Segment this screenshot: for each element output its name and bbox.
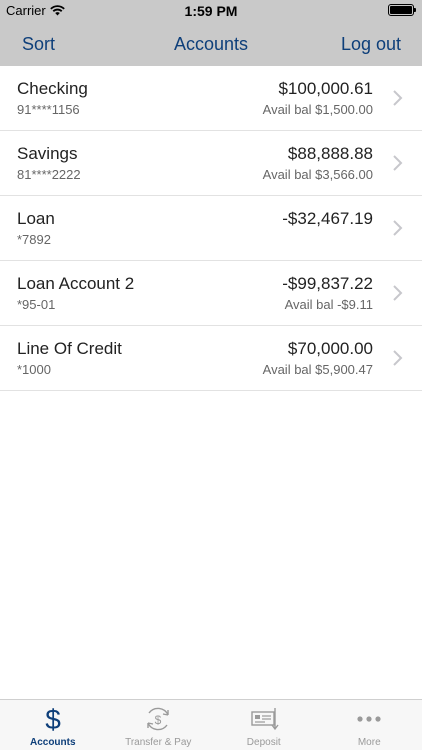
account-row-loan-account-2[interactable]: Loan Account 2 *95-01 -$99,837.22 Avail … <box>0 261 422 326</box>
tab-bar: $ Accounts $ Transfer & Pay Deposit More <box>0 699 422 750</box>
account-number: *95-01 <box>17 297 56 312</box>
app-root: Carrier 1:59 PM Sort Accounts Log out Ch… <box>0 0 422 750</box>
account-balance: -$99,837.22 <box>282 274 373 293</box>
chevron-right-icon <box>393 90 403 106</box>
logout-button[interactable]: Log out <box>341 34 401 55</box>
account-balance: $88,888.88 <box>287 144 373 163</box>
available-balance: Avail bal $5,900.47 <box>262 362 373 377</box>
svg-text:$: $ <box>155 713 162 727</box>
account-number: *1000 <box>17 362 51 377</box>
tab-more[interactable]: More <box>317 700 422 750</box>
nav-bar: Sort Accounts Log out <box>0 22 422 66</box>
chevron-right-icon <box>393 220 403 236</box>
more-dots-icon <box>357 716 381 722</box>
available-balance: Avail bal $3,566.00 <box>262 167 373 182</box>
tab-accounts[interactable]: $ Accounts <box>0 700 106 750</box>
account-name: Line Of Credit <box>17 339 122 358</box>
header: Carrier 1:59 PM Sort Accounts Log out <box>0 0 422 66</box>
account-row-line-of-credit[interactable]: Line Of Credit *1000 $70,000.00 Avail ba… <box>0 326 422 391</box>
status-time: 1:59 PM <box>184 3 238 19</box>
tab-label: More <box>357 737 381 748</box>
account-balance: -$32,467.19 <box>282 209 373 228</box>
battery-icon <box>388 4 416 16</box>
account-number: 81****2222 <box>17 167 81 182</box>
dollar-icon: $ <box>45 705 61 733</box>
transfer-pay-icon: $ <box>147 707 169 731</box>
available-balance: Avail bal -$9.11 <box>284 297 373 312</box>
svg-text:$: $ <box>45 705 61 733</box>
account-balance: $100,000.61 <box>278 79 373 98</box>
chevron-right-icon <box>393 350 403 366</box>
tab-transfer-pay[interactable]: $ Transfer & Pay <box>106 700 212 750</box>
available-balance: Avail bal $1,500.00 <box>262 102 373 117</box>
account-row-loan[interactable]: Loan *7892 -$32,467.19 <box>0 196 422 261</box>
account-row-savings[interactable]: Savings 81****2222 $88,888.88 Avail bal … <box>0 131 422 196</box>
tab-label: Accounts <box>29 737 76 748</box>
account-name: Loan <box>17 209 55 228</box>
account-number: 91****1156 <box>17 102 80 117</box>
status-bar: Carrier 1:59 PM <box>0 0 422 22</box>
account-row-checking[interactable]: Checking 91****1156 $100,000.61 Avail ba… <box>0 66 422 131</box>
tab-deposit[interactable]: Deposit <box>211 700 317 750</box>
chevron-right-icon <box>393 285 403 301</box>
accounts-list: Checking 91****1156 $100,000.61 Avail ba… <box>0 66 422 391</box>
tab-label: Deposit <box>246 737 281 748</box>
chevron-right-icon <box>393 155 403 171</box>
account-balance: $70,000.00 <box>287 339 373 358</box>
check-deposit-icon <box>251 708 279 731</box>
account-name: Loan Account 2 <box>17 274 135 293</box>
tab-label: Transfer & Pay <box>125 737 192 748</box>
account-name: Savings <box>17 144 78 163</box>
account-number: *7892 <box>17 232 51 247</box>
account-name: Checking <box>17 79 88 98</box>
